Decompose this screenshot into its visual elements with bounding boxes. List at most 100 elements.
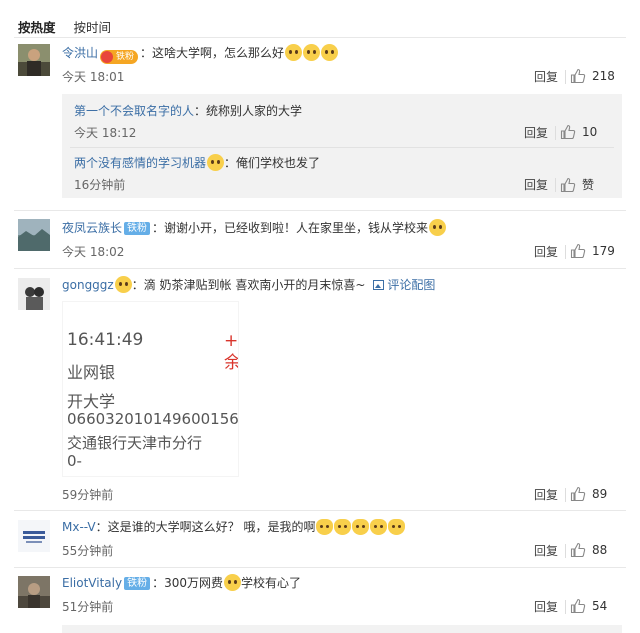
- divider: [14, 210, 626, 211]
- comment-text: 夜凤云族长 铁粉 ：谢谢小开，已经收到啦！人在家里坐，钱从学校来: [62, 219, 622, 237]
- timestamp: 55分钟前: [62, 544, 114, 558]
- reply-list: 第一个不会取名字的人：统称别人家的大学 今天 18:12 回复 10 两个没有感…: [62, 94, 622, 198]
- receipt-line: 交通银行天津市分行: [67, 434, 203, 452]
- username[interactable]: gongggz: [62, 278, 114, 292]
- sort-tabs: 按热度 按时间: [18, 16, 111, 36]
- like-button[interactable]: 179: [570, 243, 622, 259]
- username[interactable]: 令洪山: [62, 46, 98, 60]
- timestamp: 今天 18:01: [62, 70, 125, 84]
- comment-text: Mx--V：这是谁的大学啊这么好？ 哦，是我的啊: [62, 518, 622, 536]
- reply-item: 第一个不会取名字的人：统称别人家的大学 今天 18:12 回复 10: [74, 102, 612, 140]
- receipt-line: 业网银: [67, 363, 116, 382]
- divider: [565, 245, 566, 259]
- avatar[interactable]: [18, 520, 50, 552]
- member-face-icon: [207, 154, 225, 171]
- comment-meta: 55分钟前 回复 88: [62, 542, 622, 560]
- divider: [14, 567, 626, 568]
- tab-hot[interactable]: 按热度: [18, 17, 56, 36]
- comment-item: 夜凤云族长 铁粉 ：谢谢小开，已经收到啦！人在家里坐，钱从学校来 今天 18:02 …: [0, 219, 640, 264]
- comment-content: ：这是谁的大学啊这么好？ 哦，是我的啊: [95, 520, 316, 534]
- like-button[interactable]: 218: [570, 68, 622, 84]
- thumbs-up-icon: [570, 598, 586, 614]
- tab-time[interactable]: 按时间: [74, 17, 112, 36]
- reply-content: ：统称别人家的大学: [194, 104, 303, 118]
- sad-face-emoji-icon: [321, 44, 339, 61]
- reply-button[interactable]: 回复: [524, 124, 548, 141]
- picture-link-label: 评论配图: [387, 278, 436, 292]
- comment-content: ：滴 奶茶津贴到帐 喜欢南小开的月末惊喜~: [131, 278, 366, 292]
- reply-meta: 今天 18:12 回复 10: [74, 124, 612, 142]
- thumbs-up-icon: [570, 68, 586, 84]
- like-button[interactable]: 赞: [560, 176, 612, 193]
- divider: [565, 600, 566, 614]
- comment-meta: 今天 18:02 回复 179: [62, 243, 622, 261]
- avatar[interactable]: [18, 44, 50, 76]
- divider: [555, 178, 556, 192]
- comment-meta: 51分钟前 回复 54: [62, 598, 622, 616]
- receipt-mark: + 余: [224, 331, 239, 373]
- fan-badge: 铁粉: [100, 50, 139, 64]
- reply-button[interactable]: 回复: [534, 243, 558, 260]
- avatar[interactable]: [18, 278, 50, 310]
- comment-content: ：300万网费: [152, 576, 223, 590]
- comment-text: 令洪山 铁粉 ：这啥大学啊，怎么那么好: [62, 44, 622, 64]
- divider: [70, 147, 614, 148]
- reply-button[interactable]: 回复: [534, 598, 558, 615]
- comment-meta: 今天 18:01 回复 218: [62, 68, 622, 86]
- thumbs-up-icon: [570, 243, 586, 259]
- username[interactable]: EliotVitaly: [62, 576, 122, 590]
- sad-face-emoji-icon: [285, 44, 303, 61]
- timestamp: 今天 18:02: [62, 245, 125, 259]
- reply-button[interactable]: 回复: [534, 486, 558, 503]
- divider: [14, 37, 626, 38]
- like-count: 218: [592, 69, 615, 83]
- timestamp: 59分钟前: [62, 488, 114, 502]
- fan-badge: 铁粉: [124, 577, 151, 590]
- reply-button[interactable]: 回复: [524, 176, 548, 193]
- reply-meta: 16分钟前 回复 赞: [74, 176, 612, 194]
- divider: [555, 126, 556, 140]
- like-button[interactable]: 54: [570, 598, 622, 614]
- username[interactable]: Mx--V: [62, 520, 96, 534]
- reply-button[interactable]: 回复: [534, 68, 558, 85]
- like-button[interactable]: 88: [570, 542, 622, 558]
- comment-image[interactable]: 16:41:49 业网银 开大学 066032010149600156 交通银行…: [62, 301, 239, 477]
- comment-text: EliotVitaly 铁粉 ：300万网费 学校有心了: [62, 574, 622, 592]
- thumbs-up-icon: [560, 124, 576, 140]
- username[interactable]: 夜凤云族长: [62, 221, 122, 235]
- comment-picture-link[interactable]: 评论配图: [373, 278, 435, 292]
- username[interactable]: 第一个不会取名字的人: [74, 104, 194, 118]
- reply-button[interactable]: 回复: [534, 542, 558, 559]
- cat-face-emoji-icon: [370, 519, 388, 535]
- image-icon: [373, 280, 385, 290]
- comment-item: 令洪山 铁粉 ：这啥大学啊，怎么那么好 今天 18:01 回复 218 第一个不会取…: [0, 44, 640, 200]
- like-count: 54: [592, 599, 608, 613]
- avatar[interactable]: [18, 576, 50, 608]
- comment-item: EliotVitaly 铁粉 ：300万网费 学校有心了 51分钟前 回复 54: [0, 574, 640, 622]
- laughing-face-emoji-icon: [223, 574, 241, 591]
- like-count: 179: [592, 244, 615, 258]
- timestamp: 今天 18:12: [74, 126, 137, 140]
- cat-face-emoji-icon: [352, 519, 370, 535]
- reply-content: ：俺们学校也发了: [224, 156, 321, 170]
- divider: [14, 268, 626, 269]
- like-button[interactable]: 89: [570, 486, 622, 502]
- avatar[interactable]: [18, 219, 50, 251]
- username[interactable]: 两个没有感情的学习机器: [74, 156, 206, 170]
- sad-face-emoji-icon: [303, 44, 321, 61]
- cat-face-emoji-icon: [316, 519, 334, 535]
- like-count: 10: [582, 125, 598, 139]
- comment-meta: 59分钟前 回复 89: [62, 486, 622, 504]
- timestamp: 16分钟前: [74, 178, 126, 192]
- comment-text: gongggz ：滴 奶茶津贴到帐 喜欢南小开的月末惊喜~ 评论配图: [62, 276, 622, 294]
- thumbs-up-icon: [560, 177, 576, 192]
- comment-content-tail: 学校有心了: [240, 576, 301, 590]
- receipt-line: 开大学: [67, 392, 116, 411]
- reply-item: 两个没有感情的学习机器 ：俺们学校也发了 16分钟前 回复 赞: [74, 154, 612, 192]
- like-count: 89: [592, 487, 608, 501]
- happy-face-emoji-icon: [429, 219, 447, 236]
- receipt-time: 16:41:49: [67, 330, 144, 350]
- comment-content: ：谢谢小开，已经收到啦！人在家里坐，钱从学校来: [152, 221, 429, 235]
- thumbs-up-icon: [570, 542, 586, 558]
- like-button[interactable]: 10: [560, 124, 612, 140]
